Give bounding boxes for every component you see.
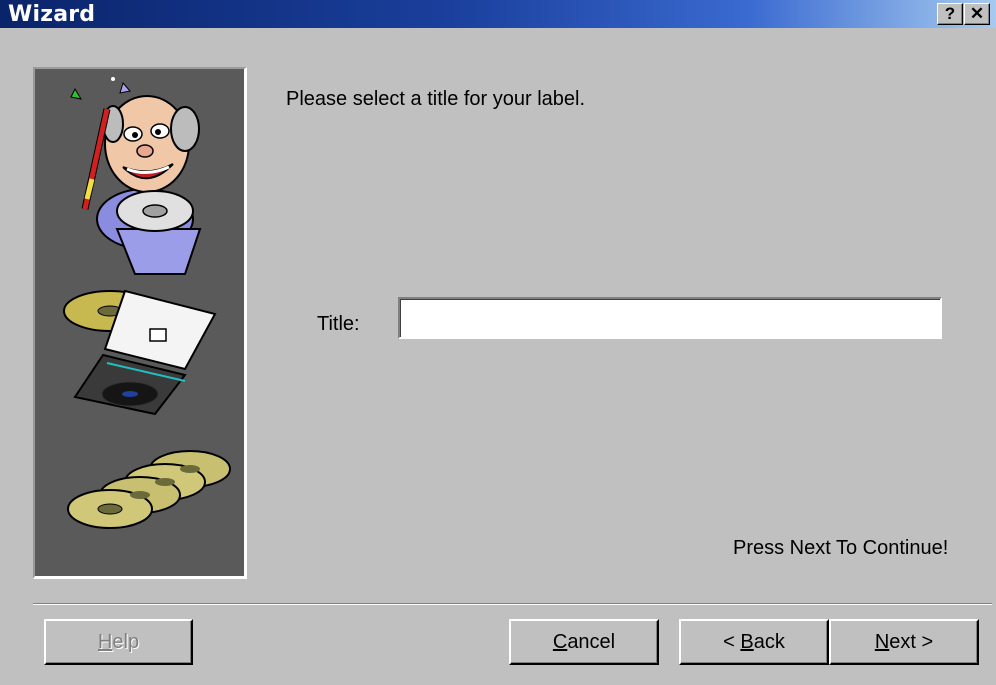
instruction-text: Please select a title for your label. [286,88,586,110]
wizard-magician-art [70,77,202,275]
cancel-button[interactable]: Cancel [509,619,659,665]
footer-separator [33,603,992,605]
help-question-icon[interactable]: ? [937,3,963,25]
next-button-label: ext > [889,630,934,653]
cancel-button-label: ancel [567,630,616,653]
title-field-label: Title: [317,313,360,335]
title-input[interactable] [398,297,942,339]
next-button-accesskey: N [874,630,890,653]
help-button-label: elp [112,630,140,653]
close-icon[interactable]: ✕ [964,3,990,25]
back-button-prefix: < [723,630,741,653]
wizard-window: Wizard ? ✕ Please select a title for you… [0,0,996,685]
cd-stack-art [67,450,231,529]
title-bar[interactable]: Wizard ? ✕ [0,0,996,28]
wizard-illustration [63,77,231,529]
cancel-button-accesskey: C [552,630,568,653]
help-button-accesskey: H [97,630,113,653]
back-button[interactable]: < Back [679,619,829,665]
window-title: Wizard [8,2,96,27]
wizard-art-panel [33,67,247,579]
back-button-accesskey: B [740,630,754,653]
help-button[interactable]: Help [44,619,193,665]
continue-hint: Press Next To Continue! [733,537,949,559]
next-button[interactable]: Next > [829,619,979,665]
back-button-label: ack [753,630,785,653]
